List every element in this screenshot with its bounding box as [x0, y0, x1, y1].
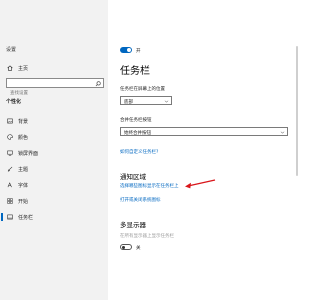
settings-window: 设置 主页 个性化 背景 颜色	[0, 0, 300, 300]
annotation-arrow	[185, 179, 216, 189]
